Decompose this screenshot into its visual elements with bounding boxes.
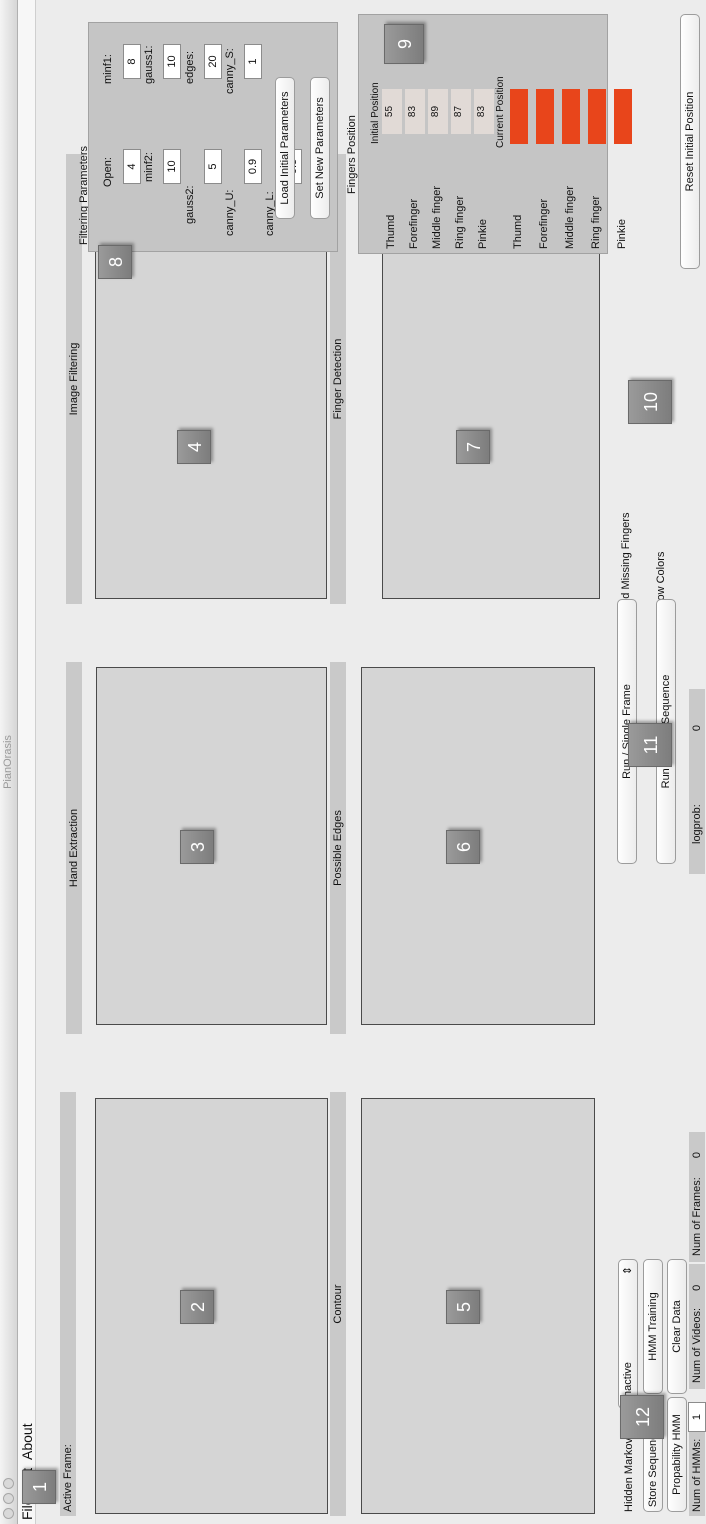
initial-position-middle: 89 bbox=[428, 89, 448, 134]
probability-hmm-button[interactable]: Propability HMM bbox=[667, 1397, 687, 1512]
minf1-input[interactable]: 8 bbox=[123, 44, 141, 79]
finger-name-initial-2: Forefinger bbox=[408, 198, 420, 249]
finger-name-current-4: Ring finger bbox=[590, 195, 602, 249]
edges-label: edges: bbox=[184, 50, 196, 84]
gauss1-label: gauss1: bbox=[143, 45, 155, 84]
finger-name-initial-5: Pinkie bbox=[477, 219, 489, 249]
current-position-bar-thumb bbox=[510, 89, 528, 144]
num-frames-status: Num of Frames: 0 bbox=[689, 1132, 705, 1262]
finger-name-initial-3: Middle finger bbox=[431, 186, 443, 249]
num-videos-value: 0 bbox=[691, 1284, 703, 1291]
current-position-bar-pinkie bbox=[614, 89, 632, 144]
gauss1-input[interactable]: 10 bbox=[163, 44, 181, 79]
callout-marker-11: 11 bbox=[628, 723, 672, 767]
finger-name-initial-1: Thumd bbox=[385, 214, 397, 249]
active-frame-label: Active Frame: bbox=[62, 1444, 74, 1512]
callout-marker-2: 2 bbox=[180, 1290, 214, 1324]
current-position-bar-ring bbox=[588, 89, 606, 144]
current-position-bar-forefinger bbox=[536, 89, 554, 144]
edges-input[interactable]: 20 bbox=[204, 44, 222, 79]
logprob-status: logprob: 0 bbox=[689, 689, 705, 874]
hand-extraction-header: Hand Extraction bbox=[66, 662, 82, 1034]
hmm-training-button[interactable]: HMM Training bbox=[643, 1259, 663, 1394]
finger-name-current-2: Forefinger bbox=[538, 198, 550, 249]
canny-s-label: canny_S: bbox=[224, 48, 236, 94]
load-initial-parameters-button[interactable]: Load Initial Parameters bbox=[275, 77, 295, 219]
callout-marker-10: 10 bbox=[628, 380, 672, 424]
finger-name-current-5: Pinkie bbox=[616, 219, 628, 249]
callout-marker-12: 12 bbox=[620, 1395, 664, 1439]
menu-about[interactable]: About bbox=[18, 1423, 36, 1460]
num-videos-label: Num of Videos: bbox=[691, 1307, 703, 1383]
gauss2-label: gauss2: bbox=[184, 185, 196, 224]
num-frames-value: 0 bbox=[691, 1151, 703, 1159]
minf2-label: minf2: bbox=[143, 152, 155, 182]
num-frames-label: Num of Frames: bbox=[691, 1177, 703, 1256]
contour-header: Contour bbox=[330, 1092, 346, 1516]
title-bar: PianOrasis bbox=[0, 0, 18, 1524]
callout-marker-8: 8 bbox=[98, 245, 132, 279]
finger-name-initial-4: Ring finger bbox=[454, 195, 466, 249]
minf2-input[interactable]: 10 bbox=[163, 149, 181, 184]
select-arrows-icon: ⇕ bbox=[622, 1266, 634, 1276]
open-input[interactable]: 4 bbox=[123, 149, 141, 184]
initial-position-forefinger: 83 bbox=[405, 89, 425, 134]
set-new-parameters-button[interactable]: Set New Parameters bbox=[310, 77, 330, 219]
fingers-position-title: Fingers Position bbox=[346, 115, 358, 194]
callout-marker-6: 6 bbox=[446, 830, 480, 864]
gauss2-input[interactable]: 5 bbox=[204, 149, 222, 184]
clear-data-button[interactable]: Clear Data bbox=[667, 1259, 687, 1394]
app-window: PianOrasis File Edit About 1 Active Fram… bbox=[0, 0, 706, 1524]
initial-position-thumb: 55 bbox=[382, 89, 402, 134]
hmm-state-select[interactable]: Inactive ⇕ bbox=[618, 1259, 638, 1409]
active-frame-header: Active Frame: bbox=[60, 1092, 76, 1516]
menu-bar: File Edit About bbox=[18, 0, 36, 1524]
canny-u-label: canny_U: bbox=[224, 189, 236, 236]
current-position-label: Current Position bbox=[495, 76, 506, 148]
logprob-label: logprob: bbox=[691, 804, 703, 844]
initial-position-label: Initial Position bbox=[370, 82, 381, 144]
canny-u-input[interactable]: 0.9 bbox=[244, 149, 262, 184]
minf1-label: minf1: bbox=[102, 54, 114, 84]
initial-position-ring: 87 bbox=[451, 89, 471, 134]
reset-initial-position-button[interactable]: Reset Initial Position bbox=[680, 14, 700, 269]
num-hmms-input[interactable]: 1 bbox=[688, 1402, 706, 1432]
initial-position-pinkie: 83 bbox=[474, 89, 494, 134]
callout-marker-3: 3 bbox=[180, 830, 214, 864]
open-label: Open: bbox=[102, 157, 114, 187]
num-hmms-label: Num of HMMs: bbox=[691, 1438, 703, 1512]
callout-marker-1: 1 bbox=[22, 1470, 56, 1504]
callout-marker-4: 4 bbox=[177, 430, 211, 464]
callout-marker-9: 9 bbox=[384, 24, 424, 64]
num-videos-status: Num of Videos: 0 bbox=[689, 1264, 705, 1389]
possible-edges-header: Possible Edges bbox=[330, 662, 346, 1034]
canny-s-input[interactable]: 1 bbox=[244, 44, 262, 79]
current-position-bar-middle bbox=[562, 89, 580, 144]
window-title: PianOrasis bbox=[2, 735, 14, 789]
callout-marker-5: 5 bbox=[446, 1290, 480, 1324]
callout-marker-7: 7 bbox=[456, 430, 490, 464]
logprob-value: 0 bbox=[691, 725, 703, 732]
finger-name-current-3: Middle finger bbox=[564, 186, 576, 249]
finger-name-current-1: Thumd bbox=[512, 214, 524, 249]
